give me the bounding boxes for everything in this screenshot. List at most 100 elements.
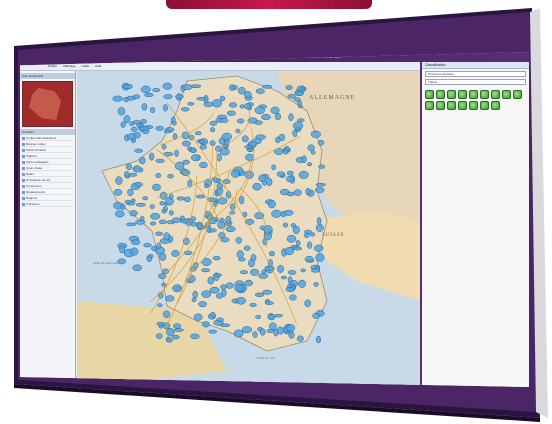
data-point[interactable]	[306, 241, 313, 249]
data-point[interactable]	[262, 289, 273, 295]
data-point[interactable]	[249, 303, 257, 307]
tool-button-icon[interactable]	[513, 90, 522, 99]
data-point[interactable]	[140, 119, 147, 124]
data-point[interactable]	[163, 94, 173, 100]
data-point[interactable]	[140, 85, 151, 94]
layer-item[interactable]: Stations	[22, 154, 73, 159]
data-point[interactable]	[228, 102, 238, 108]
layer-item[interactable]: Régions	[22, 196, 73, 201]
data-point[interactable]	[288, 113, 294, 122]
data-point[interactable]	[267, 199, 276, 209]
data-point[interactable]	[130, 247, 139, 256]
data-point[interactable]	[274, 147, 284, 156]
data-point[interactable]	[286, 234, 297, 243]
data-point[interactable]	[209, 140, 216, 146]
tool-button-icon[interactable]	[491, 90, 500, 99]
data-point[interactable]	[187, 102, 195, 106]
data-point[interactable]	[280, 275, 288, 280]
data-point[interactable]	[254, 292, 265, 297]
data-point[interactable]	[284, 247, 295, 256]
data-point[interactable]	[190, 333, 200, 340]
data-point[interactable]	[182, 84, 193, 90]
data-point[interactable]	[142, 196, 149, 201]
data-point[interactable]	[286, 170, 294, 176]
data-point[interactable]	[167, 174, 174, 179]
data-point[interactable]	[159, 252, 167, 261]
data-point[interactable]	[139, 156, 146, 165]
layer-item[interactable]: Cours d'eau	[22, 166, 73, 171]
data-point[interactable]	[113, 188, 123, 196]
data-point[interactable]	[219, 217, 225, 223]
data-point[interactable]	[190, 147, 197, 154]
data-point[interactable]	[244, 91, 252, 98]
data-point[interactable]	[225, 226, 236, 233]
layer-item[interactable]: Frontières	[22, 202, 73, 207]
data-point[interactable]	[134, 148, 143, 153]
data-point[interactable]	[311, 268, 321, 273]
data-point[interactable]	[271, 209, 282, 218]
data-point[interactable]	[293, 189, 302, 196]
data-point[interactable]	[292, 129, 298, 138]
data-point[interactable]	[274, 313, 283, 318]
data-point[interactable]	[317, 140, 325, 146]
data-point[interactable]	[198, 139, 205, 145]
data-point[interactable]	[176, 196, 186, 201]
tool-button-icon[interactable]	[469, 90, 478, 99]
data-point[interactable]	[312, 312, 320, 319]
data-point[interactable]	[283, 209, 294, 216]
data-point[interactable]	[307, 144, 315, 152]
data-point[interactable]	[266, 178, 273, 187]
data-point[interactable]	[191, 297, 197, 303]
layer-item[interactable]: Communes	[22, 184, 73, 189]
data-point[interactable]	[161, 209, 167, 214]
layer-item[interactable]: Limites administratives	[22, 136, 73, 141]
data-point[interactable]	[132, 264, 142, 272]
data-point[interactable]	[165, 338, 174, 343]
data-point[interactable]	[304, 299, 312, 308]
data-point[interactable]	[295, 239, 301, 247]
data-point[interactable]	[149, 107, 156, 113]
data-point[interactable]	[165, 295, 175, 302]
data-point[interactable]	[173, 328, 184, 332]
data-point[interactable]	[289, 294, 297, 301]
data-point[interactable]	[301, 155, 307, 164]
data-point[interactable]	[254, 106, 265, 115]
layer-checkbox-icon[interactable]	[22, 196, 25, 200]
data-point[interactable]	[255, 88, 265, 94]
data-point[interactable]	[155, 158, 165, 163]
data-point[interactable]	[212, 255, 221, 261]
data-point[interactable]	[196, 221, 202, 230]
data-point[interactable]	[159, 201, 165, 206]
data-point[interactable]	[219, 148, 230, 156]
data-point[interactable]	[147, 254, 154, 259]
data-point[interactable]	[297, 118, 305, 123]
menu-view[interactable]: Affichage	[63, 64, 75, 68]
data-point[interactable]	[235, 237, 243, 244]
data-point[interactable]	[123, 115, 131, 124]
data-point[interactable]	[314, 187, 325, 193]
data-point[interactable]	[162, 310, 171, 319]
data-point[interactable]	[318, 164, 326, 169]
data-point[interactable]	[244, 103, 252, 110]
data-point[interactable]	[285, 85, 293, 91]
data-point[interactable]	[168, 193, 174, 200]
data-point[interactable]	[198, 301, 207, 308]
data-point[interactable]	[245, 153, 255, 161]
data-point[interactable]	[155, 172, 162, 179]
layer-checkbox-icon[interactable]	[22, 136, 25, 140]
data-point[interactable]	[123, 171, 130, 178]
menu-help[interactable]: Aide	[95, 64, 101, 68]
data-point[interactable]	[133, 131, 141, 139]
data-point[interactable]	[209, 286, 220, 294]
data-point[interactable]	[313, 282, 319, 287]
data-point[interactable]	[307, 162, 312, 167]
data-point[interactable]	[236, 250, 244, 259]
data-point[interactable]	[143, 243, 152, 248]
data-point[interactable]	[158, 219, 167, 225]
data-point[interactable]	[298, 279, 307, 288]
data-point[interactable]	[304, 255, 314, 263]
data-point[interactable]	[305, 188, 311, 196]
data-point[interactable]	[171, 116, 176, 123]
data-point[interactable]	[204, 183, 209, 189]
data-point[interactable]	[161, 144, 167, 150]
